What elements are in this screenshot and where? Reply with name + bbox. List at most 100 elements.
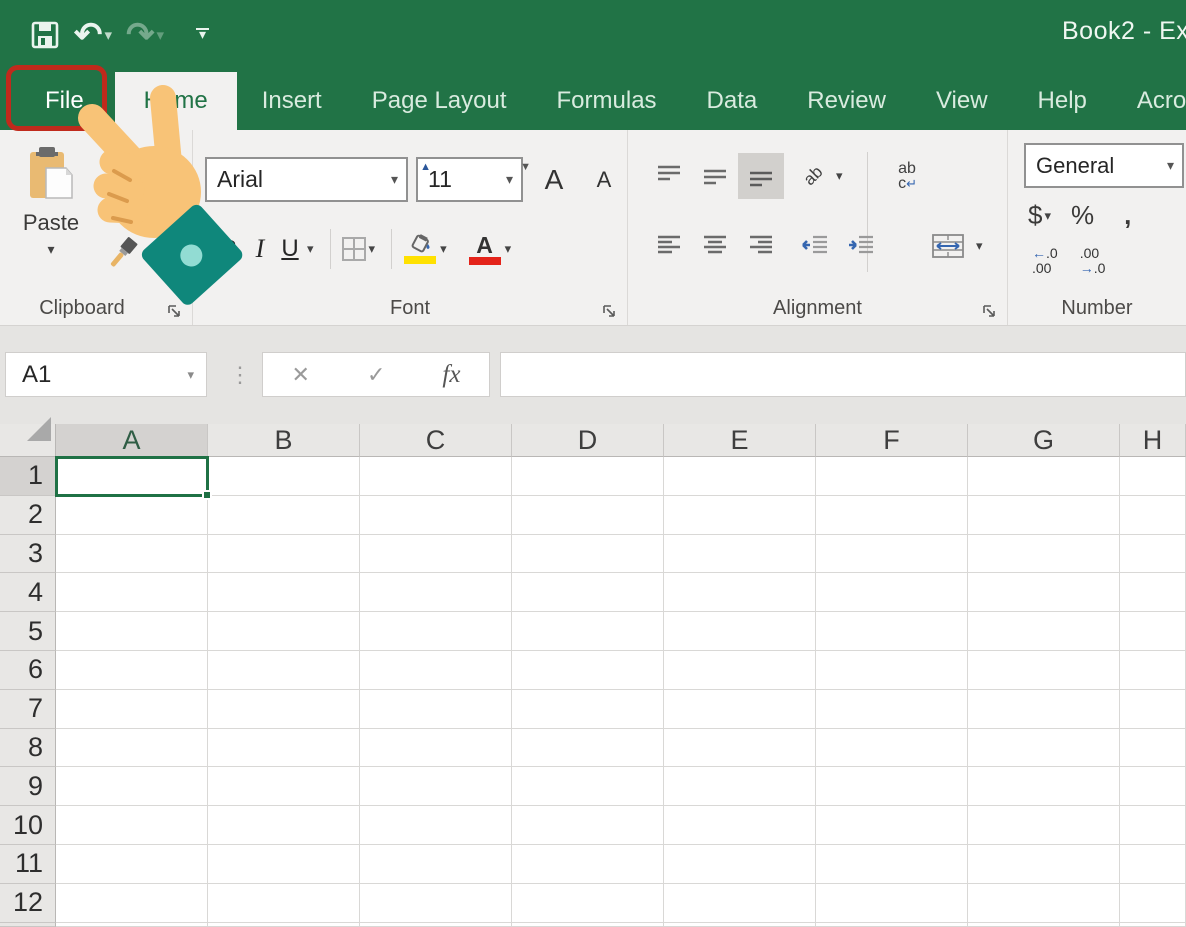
row-header-10[interactable]: 10 (0, 806, 56, 845)
tab-home[interactable]: Home (114, 72, 237, 130)
cell-E5[interactable] (664, 612, 816, 651)
cell-E1[interactable] (664, 457, 816, 496)
cell-A11[interactable] (56, 844, 208, 884)
cell-H12[interactable] (1120, 883, 1186, 923)
percent-button[interactable]: % (1071, 200, 1094, 231)
cell-G7[interactable] (968, 689, 1120, 729)
fill-color-button[interactable] (402, 234, 438, 264)
cell-B2[interactable] (208, 495, 360, 535)
number-format-combo[interactable]: General ▾ (1024, 143, 1184, 188)
cell-A1[interactable] (56, 457, 208, 496)
paste-dropdown-icon[interactable]: ▾ (47, 241, 54, 258)
alignment-dialog-launcher[interactable] (982, 304, 997, 319)
font-color-button[interactable]: A (467, 233, 503, 265)
cell-A9[interactable] (56, 767, 208, 807)
wrap-text-button[interactable]: ab c↵ (882, 153, 934, 199)
comma-button[interactable]: , (1124, 200, 1131, 231)
row-header-5[interactable]: 5 (0, 612, 56, 651)
cell-E2[interactable] (664, 495, 816, 535)
align-center-button[interactable] (692, 223, 738, 269)
cell-H2[interactable] (1120, 495, 1186, 535)
tab-help[interactable]: Help (1013, 72, 1112, 130)
cell-F11[interactable] (816, 844, 968, 884)
cell-H11[interactable] (1120, 844, 1186, 884)
fill-color-dropdown-icon[interactable]: ▾ (440, 241, 447, 257)
row-header-12[interactable]: 12 (0, 883, 56, 923)
font-color-dropdown-icon[interactable]: ▾ (505, 241, 512, 257)
borders-dropdown-icon[interactable]: ▾ (369, 241, 376, 257)
customize-qat-button[interactable]: ▾ (196, 26, 210, 43)
cell-F4[interactable] (816, 573, 968, 613)
cell-C5[interactable] (360, 612, 512, 651)
save-icon[interactable] (30, 20, 60, 50)
cell-D9[interactable] (512, 767, 664, 807)
tab-data[interactable]: Data (682, 72, 783, 130)
orientation-dropdown-icon[interactable]: ▾ (836, 168, 843, 184)
cell-G3[interactable] (968, 534, 1120, 574)
cell-H9[interactable] (1120, 767, 1186, 807)
cell-H10[interactable] (1120, 806, 1186, 845)
tab-review[interactable]: Review (782, 72, 911, 130)
cell-F12[interactable] (816, 883, 968, 923)
cell-C3[interactable] (360, 534, 512, 574)
cell-G8[interactable] (968, 728, 1120, 768)
cell-G10[interactable] (968, 806, 1120, 845)
cell-G2[interactable] (968, 495, 1120, 535)
row-header-6[interactable]: 6 (0, 650, 56, 690)
cell-D10[interactable] (512, 806, 664, 845)
cell-B5[interactable] (208, 612, 360, 651)
cell-A5[interactable] (56, 612, 208, 651)
cell-E9[interactable] (664, 767, 816, 807)
cell-D3[interactable] (512, 534, 664, 574)
cell-F1[interactable] (816, 457, 968, 496)
cell-H4[interactable] (1120, 573, 1186, 613)
cell-E7[interactable] (664, 689, 816, 729)
cell-G11[interactable] (968, 844, 1120, 884)
cell-F10[interactable] (816, 806, 968, 845)
bottom-align-button[interactable] (738, 153, 784, 199)
borders-button[interactable] (341, 236, 367, 262)
cell-B11[interactable] (208, 844, 360, 884)
cell-C1[interactable] (360, 457, 512, 496)
cell-F7[interactable] (816, 689, 968, 729)
select-all-corner[interactable] (0, 417, 56, 457)
top-align-button[interactable] (646, 153, 692, 199)
font-size-combo[interactable]: 11 ▾ (416, 157, 523, 202)
column-header-F[interactable]: F (816, 424, 968, 457)
cell-G9[interactable] (968, 767, 1120, 807)
cell-G6[interactable] (968, 650, 1120, 690)
tab-file[interactable]: File (14, 72, 115, 130)
column-header-B[interactable]: B (208, 424, 360, 457)
font-size-dropdown-icon[interactable]: ▾ (506, 171, 521, 188)
cell-D11[interactable] (512, 844, 664, 884)
cell-B7[interactable] (208, 689, 360, 729)
font-dialog-launcher[interactable] (602, 304, 617, 319)
insert-function-icon[interactable]: fx (442, 361, 460, 389)
increase-indent-button[interactable] (838, 223, 884, 269)
cell-F8[interactable] (816, 728, 968, 768)
decrease-font-size-button[interactable]: A ▼ (520, 157, 627, 202)
cell-H5[interactable] (1120, 612, 1186, 651)
cell-A4[interactable] (56, 573, 208, 613)
cell-A2[interactable] (56, 495, 208, 535)
paste-button[interactable]: Paste ▾ (16, 146, 86, 272)
cell-E10[interactable] (664, 806, 816, 845)
middle-align-button[interactable] (692, 153, 738, 199)
undo-button[interactable]: ↶ ▾ (74, 18, 112, 52)
row-header-4[interactable]: 4 (0, 573, 56, 613)
cell-F9[interactable] (816, 767, 968, 807)
increase-font-size-button[interactable]: A ▲ (420, 157, 577, 202)
cell-D8[interactable] (512, 728, 664, 768)
cell-A6[interactable] (56, 650, 208, 690)
cell-A3[interactable] (56, 534, 208, 574)
cell-D1[interactable] (512, 457, 664, 496)
cell-H6[interactable] (1120, 650, 1186, 690)
number-format-dropdown-icon[interactable]: ▾ (1167, 157, 1182, 174)
name-box[interactable]: A1 ▾ (5, 352, 207, 397)
cell-H8[interactable] (1120, 728, 1186, 768)
cell-E11[interactable] (664, 844, 816, 884)
name-box-dropdown-icon[interactable]: ▾ (187, 367, 206, 383)
column-header-H[interactable]: H (1120, 424, 1186, 457)
row-header-9[interactable]: 9 (0, 767, 56, 807)
redo-button[interactable]: ↷ ▾ (126, 18, 164, 52)
